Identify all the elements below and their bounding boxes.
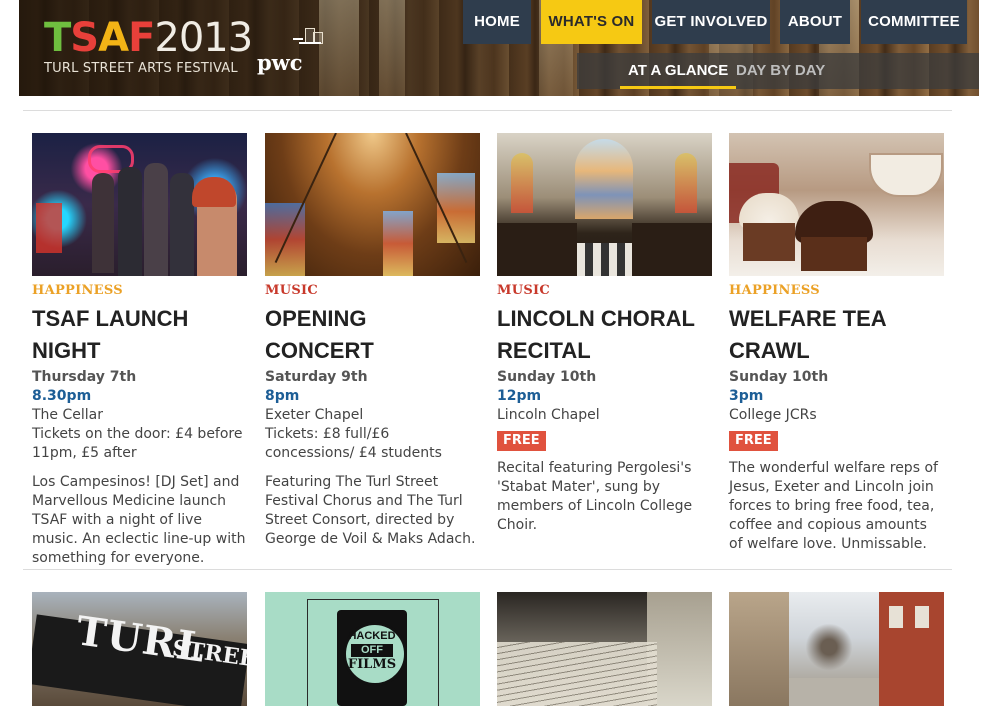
event-date: Thursday 7th — [32, 369, 137, 385]
event-image-cupcakes[interactable] — [729, 133, 944, 276]
event-category: HAPPINESS — [729, 283, 820, 298]
nav-whats-on[interactable]: WHAT'S ON — [541, 0, 642, 44]
event-date: Sunday 10th — [729, 369, 829, 385]
pwc-mark-icon — [293, 24, 323, 48]
event-time: 8.30pm — [32, 388, 92, 404]
event-venue: Exeter Chapel — [265, 407, 364, 423]
event-card[interactable]: MUSIC LINCOLN CHORAL RECITAL Sunday 10th… — [497, 133, 712, 535]
event-card[interactable]: HAPPINESS TSAF LAUNCH NIGHT Thursday 7th… — [32, 133, 247, 568]
event-description: Recital featuring Pergolesi's 'Stabat Ma… — [497, 460, 693, 533]
event-category: HAPPINESS — [32, 283, 123, 298]
nav-home[interactable]: HOME — [463, 0, 531, 44]
event-description: Featuring The Turl Street Festival Choru… — [265, 474, 476, 547]
event-category: MUSIC — [265, 283, 319, 298]
sponsor-logo[interactable]: pwc — [257, 24, 327, 75]
event-description: The wonderful welfare reps of Jesus, Exe… — [729, 460, 938, 552]
logo-letter: A — [98, 15, 129, 61]
event-card[interactable]: MUSIC OPENING CONCERT Saturday 9th 8pm E… — [265, 133, 480, 549]
nav-about[interactable]: ABOUT — [780, 0, 850, 44]
event-description: Los Campesinos! [DJ Set] and Marvellous … — [32, 474, 246, 566]
event-date: Saturday 9th — [265, 369, 368, 385]
event-card[interactable]: HAPPINESS WELFARE TEA CRAWL Sunday 10th … — [729, 133, 944, 554]
event-price: Tickets: £8 full/£6 concessions/ £4 stud… — [265, 426, 442, 461]
subnav-day-by-day[interactable]: DAY BY DAY — [736, 53, 825, 89]
event-time: 12pm — [497, 388, 542, 404]
event-image-sheet-music[interactable] — [497, 592, 712, 706]
event-title[interactable]: WELFARE TEA CRAWL — [729, 303, 944, 367]
site-logo[interactable]: TSAF2013 — [44, 14, 253, 62]
nav-committee[interactable]: COMMITTEE — [861, 0, 967, 44]
film-logo-off: OFF — [351, 644, 393, 657]
site-tagline: TURL STREET ARTS FESTIVAL — [44, 61, 238, 76]
free-badge: FREE — [497, 431, 546, 451]
event-time: 8pm — [265, 388, 300, 404]
event-title[interactable]: TSAF LAUNCH NIGHT — [32, 303, 247, 367]
subnav-at-a-glance[interactable]: AT A GLANCE — [619, 53, 737, 89]
event-image-turl-street-sign[interactable]: TURL STREET — [32, 592, 247, 706]
event-price: Tickets on the door: £4 before 11pm, £5 … — [32, 426, 243, 461]
event-image-hacked-off-films[interactable]: HACKED OFF FILMS — [265, 592, 480, 706]
event-image-street-view[interactable] — [729, 592, 944, 706]
event-title[interactable]: OPENING CONCERT — [265, 303, 480, 367]
divider — [23, 110, 952, 111]
film-logo-films: FILMS — [347, 657, 397, 672]
divider — [23, 569, 952, 570]
logo-year: 2013 — [154, 15, 253, 61]
subnav-bar: AT A GLANCE DAY BY DAY — [577, 53, 979, 89]
logo-letter: S — [70, 15, 99, 61]
logo-letter: F — [128, 15, 155, 61]
nav-get-involved[interactable]: GET INVOLVED — [652, 0, 770, 44]
event-image-chapel-ceiling[interactable] — [265, 133, 480, 276]
logo-letter: T — [44, 15, 71, 61]
event-venue: The Cellar — [32, 407, 103, 423]
sponsor-name: pwc — [257, 50, 303, 75]
event-venue: Lincoln Chapel — [497, 407, 600, 423]
event-category: MUSIC — [497, 283, 551, 298]
event-title[interactable]: LINCOLN CHORAL RECITAL — [497, 303, 712, 367]
film-logo-hacked: HACKED — [348, 630, 396, 642]
event-image-band[interactable] — [32, 133, 247, 276]
event-venue: College JCRs — [729, 407, 817, 423]
event-date: Sunday 10th — [497, 369, 597, 385]
free-badge: FREE — [729, 431, 778, 451]
event-image-chapel-interior[interactable] — [497, 133, 712, 276]
event-time: 3pm — [729, 388, 764, 404]
